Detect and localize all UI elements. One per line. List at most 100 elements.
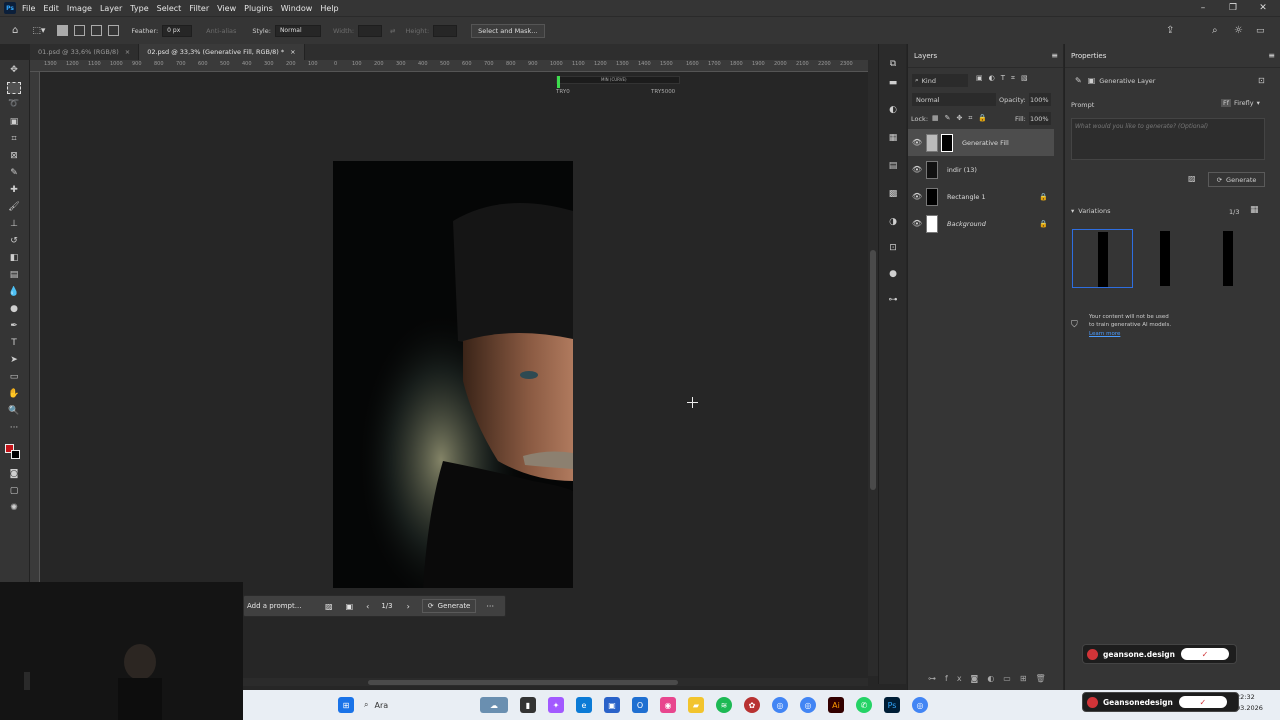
chrome-icon[interactable]: ◎ [772, 697, 788, 713]
menu-image[interactable]: Image [67, 4, 92, 13]
chrome-app-icon[interactable]: ◎ [912, 697, 928, 713]
expand-icon[interactable]: ⊡ [1258, 76, 1265, 85]
prompt-textarea[interactable]: What would you like to generate? (Option… [1071, 118, 1265, 160]
horizontal-scroll-thumb[interactable] [368, 680, 678, 685]
screen-mode-icon[interactable]: ▢ [7, 485, 21, 497]
file-explorer-icon[interactable]: ▰ [688, 697, 704, 713]
vertical-scroll-thumb[interactable] [870, 250, 876, 490]
lasso-tool-icon[interactable]: ➰ [7, 98, 21, 110]
learn-more-link[interactable]: Learn more [1089, 331, 1120, 337]
channels-icon[interactable]: ● [887, 268, 899, 280]
background-color-swatch[interactable] [11, 450, 20, 459]
brush-tool-icon[interactable]: 🖌 [7, 201, 21, 213]
variations-header[interactable]: ▾ Variations [1071, 207, 1111, 215]
illustrator-icon[interactable]: Ai [828, 697, 844, 713]
close-tab-icon[interactable]: × [290, 48, 295, 56]
reference-image-icon[interactable]: ▨ [1188, 174, 1196, 183]
eraser-tool-icon[interactable]: ◧ [7, 252, 21, 264]
more-options-icon[interactable]: ··· [486, 602, 494, 611]
layer-rectangle-1[interactable]: 👁 Rectangle 1 🔒 [908, 183, 1054, 210]
history-brush-icon[interactable]: ↺ [7, 235, 21, 247]
tab-doc-1[interactable]: 01.psd @ 33,6% (RGB/8) × [30, 44, 140, 60]
menu-file[interactable]: File [22, 4, 35, 13]
tab-doc-2[interactable]: 02.psd @ 33,3% (Generative Fill, RGB/8) … [139, 44, 305, 60]
layer-indir-13[interactable]: 👁 indir (13) [908, 156, 1054, 183]
visibility-eye-icon[interactable]: 👁 [908, 138, 926, 147]
menu-edit[interactable]: Edit [43, 4, 59, 13]
model-select[interactable]: Ff Firefly ▾ [1221, 99, 1260, 107]
clone-stamp-icon[interactable]: ⊥ [7, 218, 21, 230]
style-select[interactable]: Normal [274, 24, 321, 37]
photos-icon[interactable]: ◉ [660, 697, 676, 713]
adjustments-icon[interactable]: ◑ [887, 216, 899, 228]
type-tool-icon[interactable]: T [7, 337, 21, 349]
healing-brush-icon[interactable]: ✚ [7, 184, 21, 196]
minimize-icon[interactable]: – [1188, 0, 1218, 16]
prompt-input[interactable]: Add a prompt... [247, 602, 319, 610]
reference-image-icon[interactable]: ▨ [325, 602, 333, 611]
layer-background[interactable]: 👁 Background 🔒 [908, 210, 1054, 237]
eyedropper-icon[interactable]: ✎ [7, 167, 21, 179]
search-icon[interactable]: ⌕ [1212, 25, 1218, 36]
task-view-icon[interactable]: ▮ [520, 697, 536, 713]
paths-icon[interactable]: ⊶ [887, 294, 899, 306]
antialias-checkbox[interactable]: Anti-alias [206, 27, 236, 35]
spotify-icon[interactable]: ≋ [716, 697, 732, 713]
swap-icon[interactable]: ⇄ [390, 27, 395, 35]
libraries-icon[interactable]: ⊡ [887, 242, 899, 254]
store-icon[interactable]: ▣ [604, 697, 620, 713]
brightness-icon[interactable]: ☼ [1234, 25, 1243, 36]
taskbar-search[interactable]: ⌕ Ara [364, 695, 474, 715]
color-icon[interactable]: ◐ [887, 104, 899, 116]
menu-help[interactable]: Help [320, 4, 338, 13]
menu-type[interactable]: Type [130, 4, 148, 13]
workspace-icon[interactable]: ▭ [1256, 26, 1265, 36]
variation-thumbnail-3[interactable] [1198, 229, 1259, 288]
filter-kind-select[interactable]: ⌕ Kind [912, 74, 968, 87]
variation-thumbnail-1[interactable] [1072, 229, 1133, 288]
patterns-icon[interactable]: ▩ [887, 188, 899, 200]
options-icon[interactable]: ▣ [346, 602, 354, 611]
history-icon[interactable]: ⧉ [887, 58, 899, 70]
comments-icon[interactable]: ▬ [887, 77, 899, 89]
horizontal-scrollbar[interactable] [243, 678, 868, 686]
new-selection-icon[interactable] [57, 25, 69, 36]
menu-filter[interactable]: Filter [189, 4, 209, 13]
dodge-tool-icon[interactable]: ● [7, 303, 21, 315]
frame-tool-icon[interactable]: ⊠ [7, 150, 21, 162]
whatsapp-icon[interactable]: ✆ [856, 697, 872, 713]
quick-mask-icon[interactable]: ◙ [7, 468, 21, 480]
menu-window[interactable]: Window [281, 4, 313, 13]
select-and-mask-button[interactable]: Select and Mask... [471, 23, 545, 38]
grid-view-icon[interactable]: ▦ [1250, 205, 1259, 215]
fill-input[interactable]: 100% [1029, 112, 1051, 125]
rectangle-tool-icon[interactable]: ▭ [7, 371, 21, 383]
move-tool-icon[interactable]: ✥ [7, 64, 21, 76]
panel-menu-icon[interactable]: ≡ [1051, 51, 1058, 60]
restore-icon[interactable]: ❐ [1218, 0, 1248, 16]
layer-filter-icons[interactable]: ▣◐T⌗▧ [976, 74, 1034, 83]
opacity-input[interactable]: 100% [1029, 93, 1051, 106]
hand-tool-icon[interactable]: ✋ [7, 388, 21, 400]
intersect-selection-icon[interactable] [108, 25, 120, 36]
pen-tool-icon[interactable]: ✒ [7, 320, 21, 332]
photoshop-taskbar-icon[interactable]: Ps [884, 697, 900, 713]
home-icon[interactable]: ⌂ [12, 25, 18, 36]
visibility-eye-icon[interactable]: 👁 [908, 165, 926, 174]
feather-input[interactable]: 0 px [162, 24, 193, 37]
visibility-eye-icon[interactable]: 👁 [908, 219, 926, 228]
menu-view[interactable]: View [217, 4, 236, 13]
close-icon[interactable]: ✕ [1248, 0, 1278, 16]
vertical-scrollbar[interactable] [868, 60, 878, 676]
layer-actions-icons[interactable]: ⊶fx◙◐▭⊞🗑 [928, 674, 1055, 683]
edge-icon[interactable]: e [576, 697, 592, 713]
previous-icon[interactable]: ‹ [366, 602, 369, 611]
subtract-selection-icon[interactable] [91, 25, 103, 36]
weather-widget-icon[interactable]: ☁ [480, 697, 508, 713]
variation-thumbnail-2[interactable] [1135, 229, 1196, 288]
share-icon[interactable]: ⇪ [1166, 25, 1174, 36]
visibility-eye-icon[interactable]: 👁 [908, 192, 926, 201]
lock-options-icons[interactable]: ▦✎✥⌗🔒 [932, 114, 993, 123]
gradient-tool-icon[interactable]: ▤ [7, 269, 21, 281]
outlook-icon[interactable]: O [632, 697, 648, 713]
